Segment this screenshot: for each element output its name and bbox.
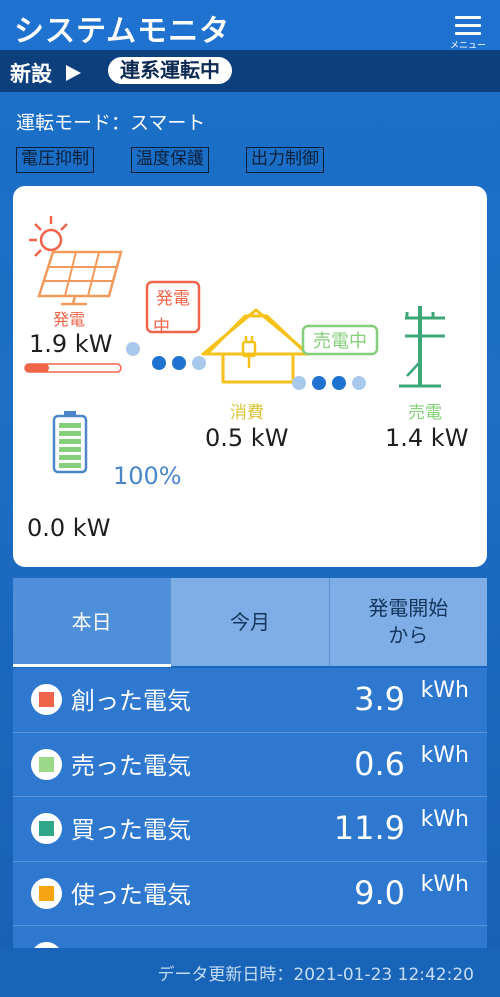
bought-swatch-icon [31, 813, 62, 844]
generation-value: 1.9 kW [29, 330, 113, 358]
summary-row-unit: kWh [420, 807, 469, 832]
install-status: 新設 [10, 62, 52, 86]
sold-swatch-icon [31, 748, 62, 780]
selling-badge: 売電中 [301, 324, 379, 356]
flow-dots-generation [126, 342, 206, 370]
generated-swatch-square [39, 692, 54, 707]
active-tab-indicator [13, 664, 171, 667]
summary-row-generated: 創った電気 3.9 kWh [13, 668, 487, 733]
summary-row-value: 11.9 [333, 809, 405, 847]
hamburger-icon-bar [455, 24, 481, 27]
summary-row-value: 0.6 [354, 744, 405, 783]
consumption-value: 0.5 kW [205, 424, 289, 452]
battery-percent: 100% [113, 462, 182, 490]
tab-today[interactable]: 本日 [13, 578, 171, 666]
tab-since-start-label: 発電開始 から [368, 596, 449, 647]
operation-status-badge: 連系運転中 [108, 57, 232, 84]
hamburger-icon [455, 16, 481, 19]
energy-flow-panel: 発電 売電中 中 発電 1.9 kW 消費 0.5 kW 売電 1.4 kW 1… [13, 186, 487, 567]
used-swatch-square [39, 885, 54, 901]
summary-row-label: 売った電気 [71, 751, 191, 780]
footer: データ更新日時：2021-01-23 12:42:20 [0, 948, 500, 997]
bought-swatch-square [39, 821, 54, 836]
battery-icon [52, 411, 88, 474]
summary-row-unit: kWh [420, 742, 469, 768]
summary-row-partial [13, 926, 487, 948]
menu-button[interactable]: メニュー [448, 10, 488, 51]
summary-row-label: 買った電気 [71, 816, 191, 844]
generating-badge-text-2: 中 [153, 317, 170, 337]
battery-value: 0.0 kW [27, 514, 111, 542]
generation-label: 発電 [53, 310, 86, 329]
summary-row-bought: 買った電気 11.9 kWh [13, 797, 487, 862]
grid-sell-label: 売電 [408, 403, 442, 423]
selling-badge-text: 売電中 [313, 331, 367, 352]
grid-sell-value: 1.4 kW [385, 424, 469, 452]
energy-flow-diagram: 発電 売電中 [24, 216, 445, 474]
tab-this-month[interactable]: 今月 [170, 578, 328, 666]
sun-icon [39, 228, 63, 252]
hamburger-icon-bar [455, 32, 481, 35]
consumption-label: 消費 [230, 403, 264, 423]
summary-row-unit: kWh [420, 678, 469, 703]
used-swatch-icon [31, 877, 62, 909]
status-bar: 新設 連系運転中 [0, 50, 500, 92]
flag-temperature-protection: 温度保護 [131, 147, 209, 173]
app-title: システムモニタ [14, 14, 231, 49]
summary-row-label: 創った電気 [71, 687, 191, 715]
summary-row-used: 使った電気 9.0 kWh [13, 862, 487, 926]
play-arrow-icon [66, 65, 81, 81]
flag-output-control: 出力制御 [246, 147, 324, 173]
flag-voltage-suppression: 電圧抑制 [16, 147, 94, 173]
flow-dots-grid [292, 376, 366, 390]
sold-swatch-square [39, 756, 54, 772]
operation-mode: 運転モード：スマート [16, 112, 206, 134]
period-tabs: 本日 今月 発電開始 から [13, 578, 487, 666]
summary-list: 創った電気 3.9 kWh 売った電気 0.6 kWh 買った電気 11.9 k… [13, 668, 487, 948]
summary-row-sold: 売った電気 0.6 kWh [13, 733, 487, 797]
utility-pole-icon [399, 306, 445, 388]
solar-panel-icon [29, 216, 123, 306]
house-icon [201, 308, 311, 384]
title-bar: システムモニタ メニュー [0, 0, 500, 51]
tab-since-start[interactable]: 発電開始 から [328, 578, 487, 666]
generating-badge-text-1: 発電 [156, 289, 190, 309]
generated-swatch-icon [31, 684, 62, 715]
last-updated: データ更新日時：2021-01-23 12:42:20 [157, 965, 474, 985]
summary-row-value: 9.0 [354, 873, 405, 912]
summary-row-label: 使った電気 [71, 880, 191, 909]
summary-row-value: 3.9 [354, 680, 405, 718]
summary-row-unit: kWh [420, 871, 469, 897]
generation-level-fill [25, 364, 49, 372]
